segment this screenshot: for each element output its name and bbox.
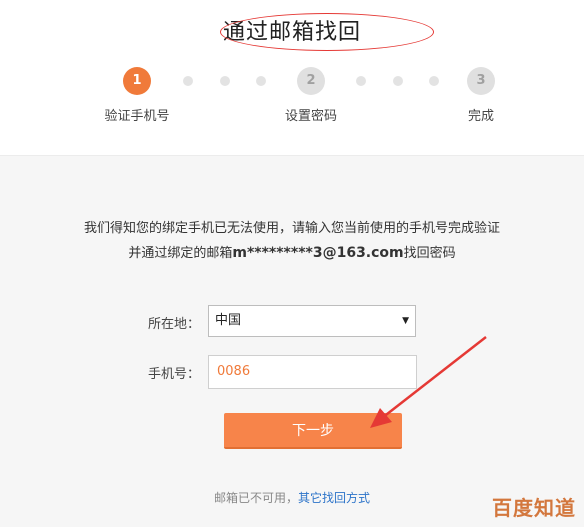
step-progress-dot <box>356 76 366 86</box>
phone-input-value: 0086 <box>217 364 251 379</box>
chevron-down-icon: ▼ <box>402 316 409 326</box>
next-step-button[interactable]: 下一步 <box>224 413 402 449</box>
phone-input[interactable]: 0086 <box>208 355 417 389</box>
notice-line-2-prefix: 并通过绑定的邮箱 <box>128 246 233 261</box>
notice-text: 我们得知您的绑定手机已无法使用，请输入您当前使用的手机号完成验证 并通过绑定的邮… <box>0 217 584 266</box>
step-progress-dot <box>429 76 439 86</box>
notice-line-1: 我们得知您的绑定手机已无法使用，请输入您当前使用的手机号完成验证 <box>83 221 500 236</box>
email-unavailable-text: 邮箱已不可用， <box>213 491 298 505</box>
step-2-label: 设置密码 <box>284 109 337 124</box>
notice-line-2: 并通过绑定的邮箱m*********3@163.com找回密码 <box>0 241 584 266</box>
step-progress-dot <box>393 76 403 86</box>
step-1-label: 验证手机号 <box>104 109 170 124</box>
step-3-label: 完成 <box>467 109 494 124</box>
step-1-circle: 1 <box>123 67 151 95</box>
step-progress-dot <box>256 76 266 86</box>
location-select[interactable]: 中国 ▼ <box>208 305 416 337</box>
other-recovery-link[interactable]: 其它找回方式 <box>298 491 370 505</box>
step-progress-dot <box>220 76 230 86</box>
header-panel: 通过邮箱找回 1 2 3 验证手机号 设置密码 完成 <box>0 0 584 156</box>
watermark-logo: 百度知道 <box>492 496 576 520</box>
title-highlight-ellipse <box>220 13 434 51</box>
step-3-circle: 3 <box>467 67 495 95</box>
notice-line-2-suffix: 找回密码 <box>403 246 456 261</box>
masked-email: m*********3@163.com <box>232 245 404 261</box>
location-select-value: 中国 <box>215 313 242 328</box>
step-2-circle: 2 <box>297 67 325 95</box>
location-label: 所在地： <box>147 317 200 332</box>
phone-label: 手机号： <box>147 367 200 382</box>
step-progress-dot <box>183 76 193 86</box>
